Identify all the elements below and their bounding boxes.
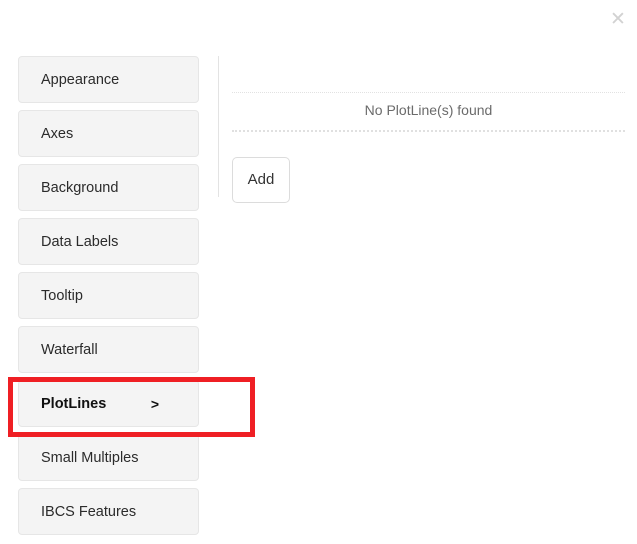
sidebar-item-label: Background (41, 179, 119, 196)
sidebar-item-label: Appearance (41, 71, 120, 88)
plotlines-panel: No PlotLine(s) found Add (232, 56, 625, 203)
settings-dialog: ✕ Appearance Axes Background Data Labels… (0, 0, 637, 544)
empty-state-message: No PlotLine(s) found (364, 102, 493, 118)
sidebar-item-background[interactable]: Background (18, 164, 199, 211)
close-icon[interactable]: ✕ (607, 8, 629, 30)
sidebar-item-label: Data Labels (41, 233, 119, 250)
settings-sidebar: Appearance Axes Background Data Labels T… (18, 56, 199, 542)
sidebar-item-tooltip[interactable]: Tooltip (18, 272, 199, 319)
sidebar-item-label: Small Multiples (41, 449, 139, 466)
close-glyph: ✕ (610, 8, 626, 30)
plotlines-list: No PlotLine(s) found (232, 92, 625, 132)
sidebar-item-ibcs-features[interactable]: IBCS Features (18, 488, 199, 535)
sidebar-item-data-labels[interactable]: Data Labels (18, 218, 199, 265)
sidebar-item-label: Axes (41, 125, 74, 142)
sidebar-item-label: Tooltip (41, 287, 83, 304)
sidebar-item-small-multiples[interactable]: Small Multiples (18, 434, 199, 481)
sidebar-item-axes[interactable]: Axes (18, 110, 199, 157)
panel-divider (218, 56, 219, 197)
sidebar-item-label: PlotLines (41, 395, 107, 412)
sidebar-item-waterfall[interactable]: Waterfall (18, 326, 199, 373)
sidebar-item-appearance[interactable]: Appearance (18, 56, 199, 103)
sidebar-item-label: IBCS Features (41, 503, 137, 520)
chevron-right-icon: > (150, 395, 159, 412)
sidebar-item-plotlines[interactable]: PlotLines > (18, 380, 199, 427)
sidebar-item-label: Waterfall (41, 341, 98, 358)
add-button[interactable]: Add (232, 157, 290, 203)
